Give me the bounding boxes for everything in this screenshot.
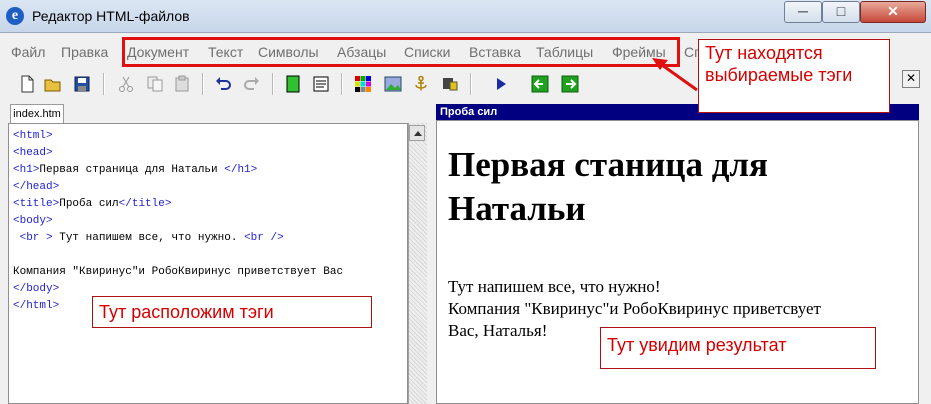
open-folder-icon[interactable] — [44, 75, 62, 93]
toolbar-separator — [202, 73, 204, 95]
code-line: </head> — [13, 181, 60, 193]
menu-highlight-box — [122, 37, 680, 67]
cut-icon[interactable] — [117, 75, 135, 93]
color-palette-icon[interactable] — [354, 75, 372, 93]
copy-icon[interactable] — [146, 75, 164, 93]
code-line: <h1>Первая страница для Натальи </h1> — [13, 164, 258, 176]
pane-close-icon[interactable]: ✕ — [902, 70, 920, 88]
redo-icon[interactable] — [243, 75, 261, 93]
editor-tabstrip — [0, 101, 432, 123]
undo-icon[interactable] — [214, 75, 232, 93]
maximize-button[interactable]: □ — [822, 1, 860, 23]
menu-file[interactable]: Файл — [11, 44, 45, 60]
toolbar-separator — [341, 73, 343, 95]
forward-arrow-icon[interactable] — [561, 75, 579, 93]
code-line: <br > Тут напишем все, что нужно. <br /> — [19, 232, 284, 244]
run-preview-icon[interactable] — [492, 75, 510, 93]
toolbar-separator — [103, 73, 105, 95]
anchor-icon[interactable] — [412, 75, 430, 93]
page-color-icon[interactable] — [284, 75, 302, 93]
editor-scrollbar[interactable] — [408, 123, 427, 404]
toolbar-separator — [272, 73, 274, 95]
code-line: <body> — [13, 215, 53, 227]
scroll-up-icon[interactable] — [409, 125, 425, 141]
new-file-icon[interactable] — [18, 75, 36, 93]
code-editor[interactable]: <html> <head> <h1>Первая страница для На… — [8, 123, 408, 404]
code-line: </body> — [13, 283, 60, 295]
annotation-left-note: Тут расположим тэги — [92, 296, 372, 328]
code-line: Компания "Квиринус"и РобоКвиринус привет… — [13, 266, 344, 278]
preview-line-2: Компания "Квиринус"и РобоКвиринус привет… — [448, 299, 821, 318]
toolbar-separator — [470, 73, 472, 95]
preview-line-3: Вас, Наталья! — [448, 321, 548, 340]
close-button[interactable]: ✕ — [860, 1, 926, 23]
minimize-button[interactable]: ─ — [784, 1, 822, 23]
back-arrow-icon[interactable] — [531, 75, 549, 93]
preview-heading: Первая станица для Натальи — [448, 145, 768, 228]
app-icon: e — [6, 7, 24, 25]
preview-line-1: Тут напишем все, что нужно! — [448, 277, 661, 296]
save-icon[interactable] — [73, 75, 91, 93]
menu-edit[interactable]: Правка — [61, 44, 108, 60]
document-properties-icon[interactable] — [312, 75, 330, 93]
annotation-tags-note: Тут находятся выбираемые тэги — [698, 39, 890, 113]
insert-form-icon[interactable] — [441, 75, 459, 93]
code-line: <title>Проба сил</title> — [13, 198, 172, 210]
code-line: </html> — [13, 300, 60, 312]
tab-index-htm[interactable]: index.htm — [10, 104, 64, 124]
insert-image-icon[interactable] — [384, 75, 402, 93]
code-line: <head> — [13, 147, 53, 159]
annotation-right-note: Тут увидим результат — [600, 327, 876, 369]
paste-icon[interactable] — [173, 75, 191, 93]
window-title: Редактор HTML-файлов — [32, 8, 190, 24]
code-line: <html> — [13, 130, 53, 142]
